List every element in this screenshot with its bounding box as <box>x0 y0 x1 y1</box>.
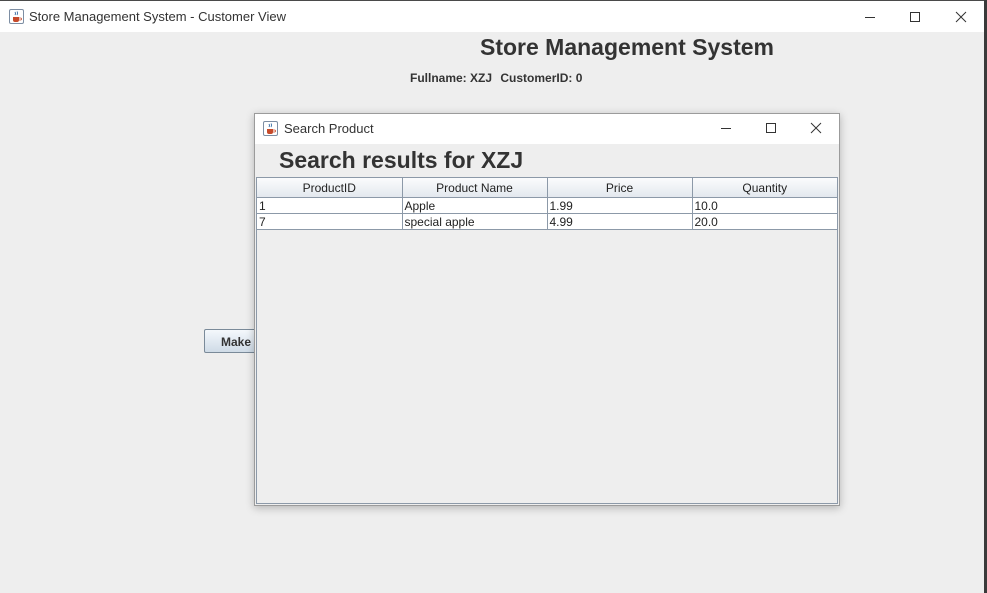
table-header-row: ProductID Product Name Price Quantity <box>257 178 837 198</box>
column-header-quantity[interactable]: Quantity <box>692 178 837 198</box>
dialog-maximize-button[interactable] <box>748 113 794 143</box>
cell-price[interactable]: 4.99 <box>547 213 693 230</box>
close-button[interactable] <box>938 1 984 33</box>
close-icon <box>955 11 967 23</box>
results-table[interactable]: ProductID Product Name Price Quantity 1 … <box>257 178 837 230</box>
cell-quantity[interactable]: 20.0 <box>692 213 837 230</box>
search-results-heading: Search results for XZJ <box>279 147 524 173</box>
cell-price[interactable]: 1.99 <box>547 197 693 214</box>
close-icon <box>810 122 822 134</box>
maximize-icon <box>766 123 776 133</box>
minimize-button[interactable] <box>847 1 893 33</box>
maximize-icon <box>910 12 920 22</box>
column-header-productid[interactable]: ProductID <box>257 178 403 198</box>
cell-productid[interactable]: 1 <box>257 197 403 214</box>
table-row[interactable]: 7 special apple 4.99 20.0 <box>257 213 837 230</box>
dialog-close-button[interactable] <box>793 113 839 143</box>
dialog-title: Search Product <box>284 121 374 136</box>
java-cup-icon <box>9 9 24 24</box>
cell-quantity[interactable]: 10.0 <box>692 197 837 214</box>
cell-product-name[interactable]: Apple <box>402 197 548 214</box>
minimize-icon <box>865 17 875 18</box>
dialog-minimize-button[interactable] <box>703 113 749 143</box>
window-title: Store Management System - Customer View <box>29 9 286 24</box>
customer-info: Fullname: XZJ CustomerID: 0 <box>410 71 587 85</box>
column-header-price[interactable]: Price <box>547 178 693 198</box>
page-title: Store Management System <box>480 34 774 60</box>
customer-id-label: CustomerID: 0 <box>500 71 583 85</box>
maximize-button[interactable] <box>892 1 938 33</box>
cell-productid[interactable]: 7 <box>257 213 403 230</box>
results-table-container[interactable]: ProductID Product Name Price Quantity 1 … <box>256 177 838 504</box>
fullname-label: Fullname: XZJ <box>410 71 493 85</box>
main-title-bar[interactable]: Store Management System - Customer View <box>0 0 987 32</box>
minimize-icon <box>721 128 731 129</box>
java-cup-icon <box>263 121 278 136</box>
table-row[interactable]: 1 Apple 1.99 10.0 <box>257 197 837 214</box>
cell-product-name[interactable]: special apple <box>402 213 548 230</box>
search-product-dialog[interactable]: Search Product Search results for XZJ Pr… <box>254 113 840 506</box>
dialog-title-bar[interactable]: Search Product <box>255 114 839 144</box>
column-header-product-name[interactable]: Product Name <box>402 178 548 198</box>
